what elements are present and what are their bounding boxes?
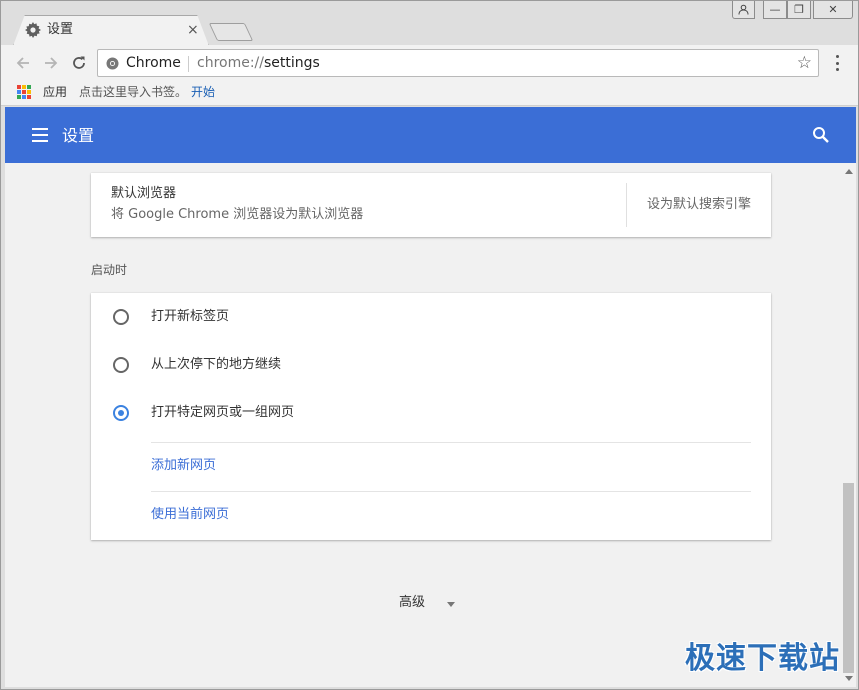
search-icon[interactable] [811, 125, 831, 145]
radio-label: 打开特定网页或一组网页 [151, 405, 295, 420]
close-window-button[interactable]: ✕ [813, 1, 853, 19]
url-host: settings [264, 55, 320, 71]
back-button[interactable] [13, 53, 33, 73]
startup-option-continue[interactable]: 从上次停下的地方继续 [91, 350, 771, 380]
page-title: 设置 [62, 126, 95, 145]
scroll-thumb[interactable] [843, 483, 854, 673]
apps-grid-dot [17, 95, 21, 99]
apps-grid-dot [27, 90, 31, 94]
make-default-button[interactable]: 设为默认搜索引擎 [647, 197, 751, 213]
watermark: 极速下载站 [685, 641, 840, 676]
new-tab-button[interactable] [208, 23, 254, 41]
default-browser-card: 默认浏览器 将 Google Chrome 浏览器设为默认浏览器 设为默认搜索引… [91, 173, 771, 237]
arrow-right-icon [45, 57, 58, 69]
bookmark-import-hint: 点击这里导入书签。 [79, 85, 188, 99]
site-name: Chrome [126, 55, 181, 71]
browser-window: 设置 × — ❐ ✕ Chrome chrome://settings ☆ 应用 [0, 0, 859, 690]
tab-title: 设置 [47, 22, 74, 37]
divider [626, 183, 627, 227]
apps-grid-dot [17, 90, 21, 94]
use-current-pages-link[interactable]: 使用当前网页 [151, 507, 229, 523]
divider [151, 491, 751, 492]
scroll-up-icon[interactable] [845, 169, 853, 174]
reload-icon [73, 56, 85, 69]
apps-grid-dot [22, 90, 26, 94]
chevron-down-icon[interactable] [447, 602, 455, 607]
apps-grid-dot [27, 85, 31, 89]
tab-close-icon[interactable]: × [187, 22, 199, 38]
menu-icon[interactable] [829, 53, 845, 73]
scroll-down-icon[interactable] [845, 676, 853, 681]
bookmark-start-link[interactable]: 开始 [191, 85, 215, 100]
bookmark-star-icon[interactable]: ☆ [797, 54, 812, 72]
gear-icon [25, 22, 41, 38]
radio-button[interactable] [113, 357, 129, 373]
startup-option-specific-pages[interactable]: 打开特定网页或一组网页 [91, 398, 771, 428]
toolbar: Chrome chrome://settings ☆ [1, 45, 858, 81]
divider [151, 442, 751, 443]
default-browser-subtitle: 将 Google Chrome 浏览器设为默认浏览器 [111, 207, 364, 222]
minimize-button[interactable]: — [763, 1, 787, 19]
radio-label: 从上次停下的地方继续 [151, 357, 282, 372]
apps-grid-dot [17, 85, 21, 89]
add-new-page-link[interactable]: 添加新网页 [151, 458, 216, 474]
default-browser-title: 默认浏览器 [111, 186, 177, 201]
startup-card: 打开新标签页 从上次停下的地方继续 打开特定网页或一组网页 添加新网页 使用当前… [91, 293, 771, 540]
arrow-left-icon [16, 57, 29, 69]
apps-grid-dot [22, 85, 26, 89]
tab-settings[interactable] [13, 15, 209, 46]
hamburger-menu-icon[interactable] [32, 128, 48, 142]
reload-button[interactable] [69, 53, 89, 73]
settings-page: 设置 默认浏览器 将 Google Chrome 浏览器设为默认浏览器 设为默认… [5, 107, 856, 687]
user-icon[interactable] [732, 1, 755, 19]
apps-grid-dot [27, 95, 31, 99]
startup-section-title: 启动时 [91, 263, 128, 277]
apps-grid-dot [22, 95, 26, 99]
apps-grid-icon[interactable] [17, 85, 31, 99]
url-scheme: chrome:// [197, 55, 264, 71]
maximize-button[interactable]: ❐ [787, 1, 811, 19]
startup-option-new-tab[interactable]: 打开新标签页 [91, 302, 771, 332]
radio-label: 打开新标签页 [151, 309, 230, 324]
omnibox-divider [188, 56, 189, 72]
chrome-icon [106, 57, 119, 70]
url-text[interactable]: chrome://settings [197, 55, 320, 72]
radio-button-selected[interactable] [113, 405, 129, 421]
omnibox[interactable]: Chrome chrome://settings ☆ [97, 49, 819, 77]
tab-strip: 设置 × — ❐ ✕ [1, 1, 858, 46]
scrollbar[interactable] [841, 163, 856, 687]
bookmarks-bar: 应用 点击这里导入书签。 开始 [1, 81, 858, 106]
advanced-toggle[interactable]: 高级 [399, 595, 425, 611]
radio-button[interactable] [113, 309, 129, 325]
forward-button[interactable] [41, 53, 61, 73]
settings-header: 设置 [5, 107, 856, 163]
bookmark-apps[interactable]: 应用 [43, 85, 67, 100]
